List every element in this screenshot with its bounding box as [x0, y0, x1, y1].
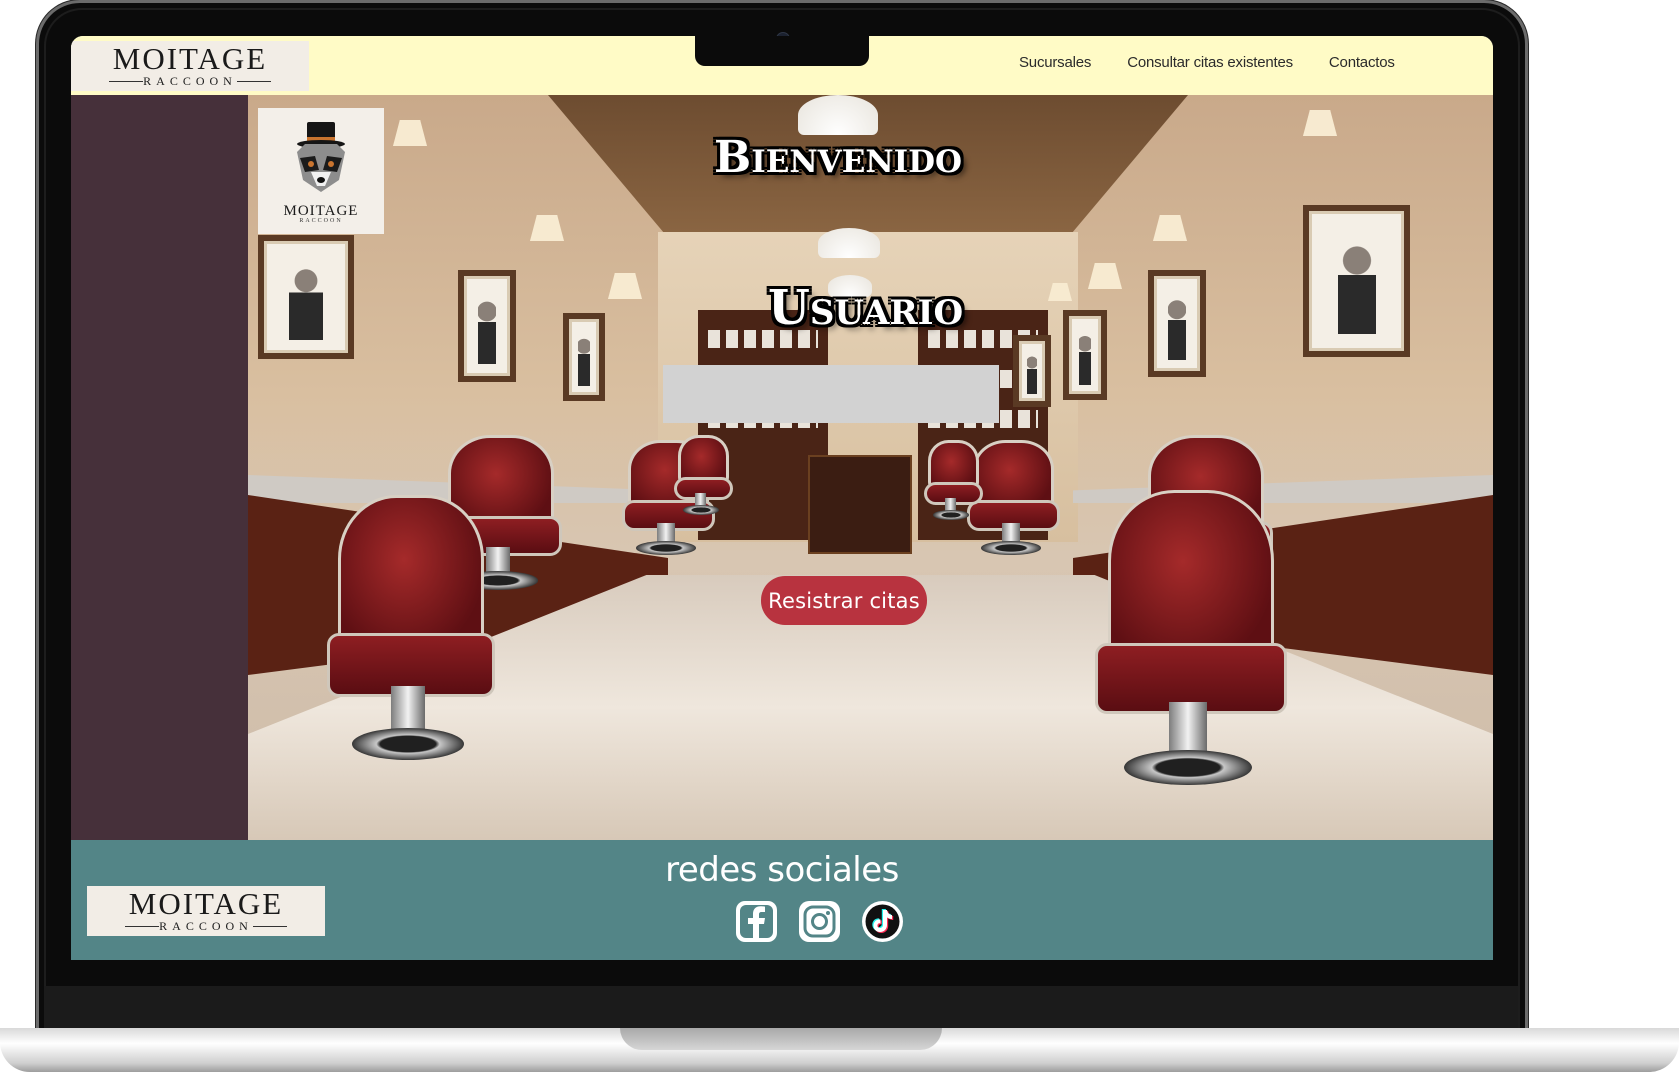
footer-logo: MOITAGE RACCOON	[87, 886, 325, 936]
nav-link-contactos[interactable]: Contactos	[1329, 54, 1395, 71]
footer-logo-name: MOITAGE	[128, 886, 284, 921]
raccoon-logo: MOITAGE RACCOON	[258, 108, 384, 234]
brand-logo[interactable]: MOITAGE RACCOON	[71, 41, 309, 91]
brand-logo-name: MOITAGE	[112, 41, 268, 76]
laptop-base-notch	[620, 1028, 942, 1050]
nav-link-sucursales[interactable]: Sucursales	[1019, 54, 1091, 71]
register-appointments-button[interactable]: Resistrar citas	[761, 576, 927, 625]
user-title: Usuario	[768, 280, 964, 336]
raccoon-icon	[297, 122, 345, 192]
main-nav: Sucursales Consultar citas existentes Co…	[1019, 54, 1395, 71]
nav-link-consultar-citas[interactable]: Consultar citas existentes	[1127, 54, 1293, 71]
browser-viewport: MOITAGE RACCOON Sucursales Consultar cit…	[71, 36, 1493, 960]
camera-notch	[695, 36, 869, 66]
footer: MOITAGE RACCOON redes sociales	[71, 840, 1493, 960]
social-icons	[735, 900, 904, 943]
user-input[interactable]	[663, 365, 999, 423]
footer-logo-tagline: RACCOON	[87, 920, 325, 932]
raccoon-logo-tagline: RACCOON	[299, 218, 343, 224]
tiktok-icon[interactable]	[861, 900, 904, 943]
hero-section: MOITAGE RACCOON Bienvenido Usuario Resis…	[248, 95, 1493, 840]
sidebar-panel	[71, 95, 248, 840]
instagram-icon[interactable]	[798, 900, 841, 943]
brand-logo-tagline: RACCOON	[71, 75, 309, 87]
raccoon-logo-name: MOITAGE	[283, 203, 359, 219]
social-title: redes sociales	[665, 850, 899, 890]
facebook-icon[interactable]	[735, 900, 778, 943]
laptop-hinge	[44, 986, 1518, 1032]
welcome-title: Bienvenido	[714, 132, 963, 183]
